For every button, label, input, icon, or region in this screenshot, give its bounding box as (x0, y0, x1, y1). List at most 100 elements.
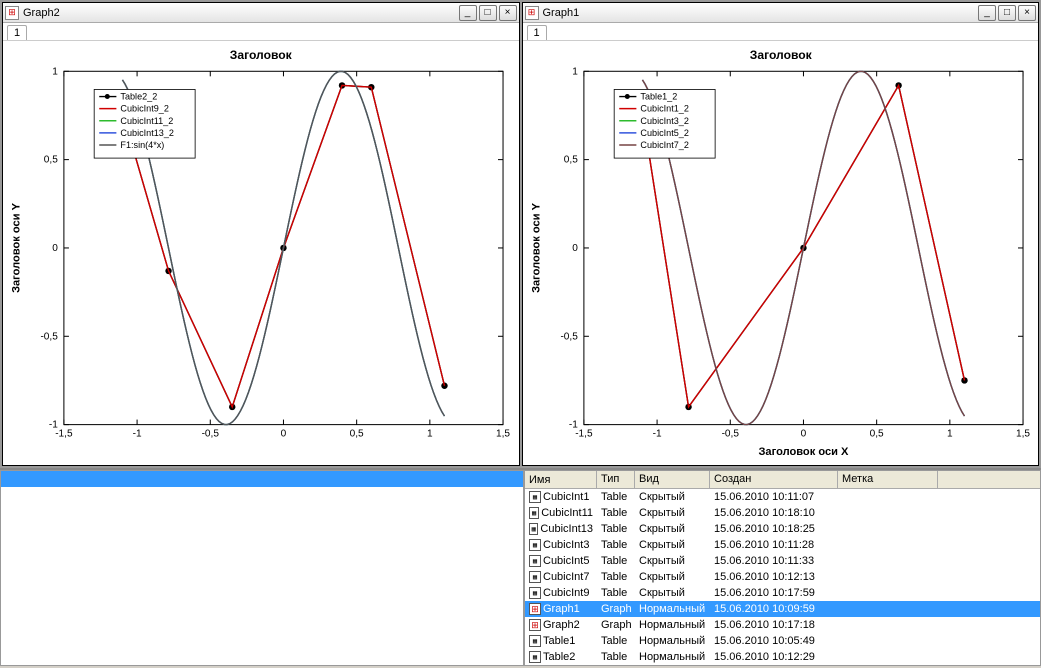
table-row[interactable]: ⊞Graph1GraphНормальный15.06.2010 10:09:5… (525, 601, 1040, 617)
svg-text:-0,5: -0,5 (202, 429, 220, 440)
maximize-button[interactable]: □ (998, 5, 1016, 21)
svg-text:1: 1 (52, 66, 58, 77)
svg-text:-1: -1 (133, 429, 142, 440)
svg-text:1: 1 (947, 429, 953, 440)
table-header: Имя Тип Вид Создан Метка (525, 471, 1040, 489)
graph1-chart[interactable]: -1,5-1-0,500,511,5-1-0,500,51ЗаголовокЗа… (523, 41, 1039, 465)
column-label[interactable]: Метка (838, 471, 938, 488)
bottom-pane: Имя Тип Вид Создан Метка ▦CubicInt1Table… (0, 468, 1041, 666)
row-view: Скрытый (635, 491, 710, 503)
selected-row-highlight (1, 471, 523, 487)
row-name: CubicInt11 (541, 507, 593, 519)
row-created: 15.06.2010 10:17:18 (710, 619, 838, 631)
graph1-title: Graph1 (543, 7, 979, 19)
svg-text:Заголовок: Заголовок (230, 48, 293, 62)
svg-text:-1,5: -1,5 (55, 429, 73, 440)
svg-text:0,5: 0,5 (563, 155, 577, 166)
row-created: 15.06.2010 10:18:10 (710, 507, 838, 519)
graph2-chart[interactable]: -1,5-1-0,500,511,5-1-0,500,51ЗаголовокЗа… (3, 41, 519, 465)
svg-text:CubicInt11_2: CubicInt11_2 (120, 116, 173, 126)
table-icon: ▦ (529, 491, 541, 503)
table-row[interactable]: ▦Table2TableНормальный15.06.2010 10:12:2… (525, 649, 1040, 665)
svg-text:Заголовок оси Y: Заголовок оси Y (10, 202, 22, 293)
table-row[interactable]: ▦CubicInt9 TableСкрытый15.06.2010 10:17:5… (525, 585, 1040, 601)
column-created[interactable]: Создан (710, 471, 838, 488)
table-icon: ▦ (529, 523, 538, 535)
close-button[interactable]: × (499, 5, 517, 21)
table-row[interactable]: ▦CubicInt13TableСкрытый15.06.2010 10:18:… (525, 521, 1040, 537)
row-created: 15.06.2010 10:17:59 (710, 587, 838, 599)
svg-text:F1:sin(4*x): F1:sin(4*x) (120, 140, 164, 150)
svg-text:0,5: 0,5 (350, 429, 364, 440)
minimize-button[interactable]: _ (459, 5, 477, 21)
row-type: Table (597, 555, 635, 567)
row-view: Скрытый (635, 571, 710, 583)
svg-text:-0,5: -0,5 (721, 429, 739, 440)
graph2-tab-strip: 1 (3, 23, 519, 41)
svg-text:-1: -1 (568, 420, 577, 431)
row-name: CubicInt7 (543, 571, 589, 583)
graph1-tab-1[interactable]: 1 (527, 25, 547, 40)
svg-text:CubicInt1_2: CubicInt1_2 (640, 104, 688, 114)
graph1-titlebar[interactable]: ⊞ Graph1 _ □ × (523, 3, 1039, 23)
graph2-titlebar[interactable]: ⊞ Graph2 _ □ × (3, 3, 519, 23)
table-icon: ▦ (529, 651, 541, 663)
row-view: Скрытый (635, 507, 710, 519)
row-name: Graph1 (543, 603, 580, 615)
svg-text:CubicInt5_2: CubicInt5_2 (640, 128, 688, 138)
svg-text:-0,5: -0,5 (40, 331, 58, 342)
graph2-title: Graph2 (23, 7, 459, 19)
graph2-window: ⊞ Graph2 _ □ × 1 -1,5-1-0,500,511,5-1-0,… (2, 2, 520, 466)
properties-panel[interactable] (0, 470, 524, 666)
svg-text:Table1_2: Table1_2 (640, 92, 677, 102)
svg-text:-1: -1 (49, 420, 58, 431)
table-row[interactable]: ▦CubicInt5TableСкрытый15.06.2010 10:11:3… (525, 553, 1040, 569)
column-view[interactable]: Вид (635, 471, 710, 488)
graph1-window: ⊞ Graph1 _ □ × 1 -1,5-1-0,500,511,5-1-0,… (522, 2, 1040, 466)
table-row[interactable]: ▦CubicInt11TableСкрытый15.06.2010 10:18:… (525, 505, 1040, 521)
svg-text:1: 1 (427, 429, 433, 440)
row-view: Скрытый (635, 587, 710, 599)
svg-text:Заголовок оси X: Заголовок оси X (758, 446, 849, 458)
row-name: Table1 (543, 635, 575, 647)
object-list-panel[interactable]: Имя Тип Вид Создан Метка ▦CubicInt1Table… (524, 470, 1041, 666)
row-type: Table (597, 587, 635, 599)
svg-text:CubicInt9_2: CubicInt9_2 (120, 104, 168, 114)
table-icon: ▦ (529, 587, 541, 599)
row-type: Table (597, 507, 635, 519)
row-created: 15.06.2010 10:12:29 (710, 651, 838, 663)
row-created: 15.06.2010 10:11:33 (710, 555, 838, 567)
graph2-tab-1[interactable]: 1 (7, 25, 27, 40)
svg-text:0,5: 0,5 (44, 155, 58, 166)
svg-text:Заголовок оси Y: Заголовок оси Y (530, 202, 542, 293)
row-type: Table (597, 571, 635, 583)
row-view: Нормальный (635, 603, 710, 615)
svg-text:CubicInt13_2: CubicInt13_2 (120, 128, 173, 138)
graph-window-icon: ⊞ (5, 6, 19, 20)
table-row[interactable]: ▦CubicInt7TableСкрытый15.06.2010 10:12:1… (525, 569, 1040, 585)
table-row[interactable]: ▦Table1TableНормальный15.06.2010 10:05:4… (525, 633, 1040, 649)
row-created: 15.06.2010 10:18:25 (710, 523, 838, 535)
table-row[interactable]: ⊞Graph2GraphНормальный15.06.2010 10:17:1… (525, 617, 1040, 633)
row-view: Скрытый (635, 539, 710, 551)
svg-text:Заголовок: Заголовок (749, 48, 812, 62)
row-name: CubicInt13 (540, 523, 593, 535)
column-name[interactable]: Имя (525, 471, 597, 488)
table-row[interactable]: ▦CubicInt3TableСкрытый15.06.2010 10:11:2… (525, 537, 1040, 553)
close-button[interactable]: × (1018, 5, 1036, 21)
row-type: Graph (597, 619, 635, 631)
table-row[interactable]: ▦CubicInt1TableСкрытый15.06.2010 10:11:0… (525, 489, 1040, 505)
column-type[interactable]: Тип (597, 471, 635, 488)
maximize-button[interactable]: □ (479, 5, 497, 21)
row-created: 15.06.2010 10:11:28 (710, 539, 838, 551)
row-name: CubicInt9 (543, 587, 589, 599)
row-type: Table (597, 523, 635, 535)
row-name: Table2 (543, 651, 575, 663)
svg-text:1,5: 1,5 (1016, 429, 1030, 440)
row-type: Table (597, 651, 635, 663)
svg-text:0,5: 0,5 (869, 429, 883, 440)
svg-text:CubicInt3_2: CubicInt3_2 (640, 116, 688, 126)
minimize-button[interactable]: _ (978, 5, 996, 21)
row-type: Table (597, 491, 635, 503)
svg-text:1: 1 (572, 66, 578, 77)
